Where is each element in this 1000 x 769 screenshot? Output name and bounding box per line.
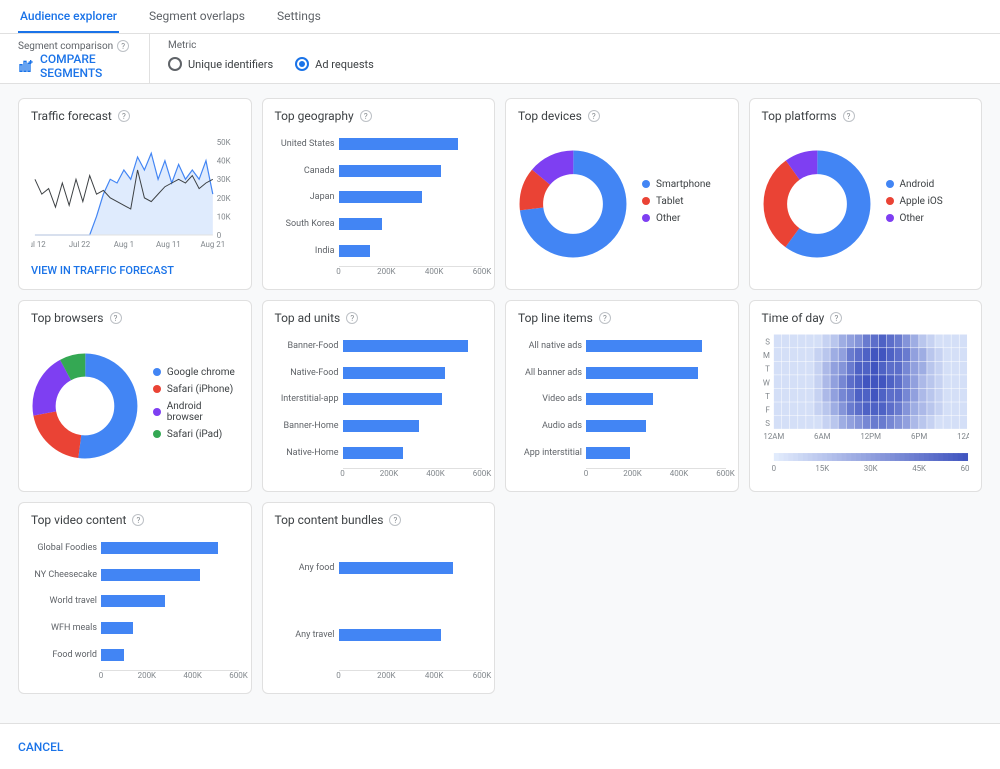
tab-settings[interactable]: Settings [275,0,323,33]
help-icon[interactable]: ? [360,110,372,122]
svg-text:Jul 22: Jul 22 [69,240,91,249]
radio-ad-requests[interactable]: Ad requests [295,57,374,71]
segment-comparison-label: Segment comparison [18,41,113,52]
radio-icon [295,57,309,71]
geography-chart: United StatesCanadaJapanSouth KoreaIndia… [275,131,483,277]
svg-text:Jul 12: Jul 12 [31,240,46,249]
svg-text:40K: 40K [217,157,231,166]
help-icon[interactable]: ? [117,40,129,52]
content-bundles-chart: Any foodAny travel0200K400K600K [275,535,483,681]
compare-segments-label: COMPARE SEGMENTS [40,52,131,80]
svg-text:15K: 15K [815,464,829,473]
card-top-content-bundles: Top content bundles ? Any foodAny travel… [262,502,496,694]
browsers-chart: Google chromeSafari (iPhone)Android brow… [31,333,239,479]
compare-segments-icon [18,58,34,74]
card-top-browsers: Top browsers ? Google chromeSafari (iPho… [18,300,252,492]
footer: CANCEL [0,723,1000,769]
time-of-day-chart: SMTWTFS12AM6AM12PM6PM12AM015K30K45K60K [762,333,970,488]
svg-text:0: 0 [771,464,775,473]
help-icon[interactable]: ? [132,514,144,526]
cancel-button[interactable]: CANCEL [18,740,63,754]
svg-text:6PM: 6PM [910,432,926,441]
svg-text:W: W [762,378,769,387]
ad-units-chart: Banner-FoodNative-FoodInterstitial-appBa… [275,333,483,479]
help-icon[interactable]: ? [588,110,600,122]
card-title: Top ad units [275,311,341,325]
svg-text:30K: 30K [217,175,231,184]
card-top-ad-units: Top ad units ? Banner-FoodNative-FoodInt… [262,300,496,492]
card-title: Top video content [31,513,126,527]
help-icon[interactable]: ? [599,312,611,324]
metric-panel: Metric Unique identifiers Ad requests [150,34,1000,83]
svg-text:6AM: 6AM [814,432,831,441]
svg-text:T: T [765,392,770,401]
svg-text:30K: 30K [863,464,877,473]
svg-text:45K: 45K [912,464,926,473]
segment-comparison-panel: Segment comparison ? COMPARE SEGMENTS [0,34,150,83]
video-content-chart: Global FoodiesNY CheesecakeWorld travelW… [31,535,239,681]
svg-text:Aug 21: Aug 21 [200,240,225,249]
card-title: Top devices [518,109,582,123]
devices-chart: SmartphoneTabletOther [518,131,726,277]
card-title: Top platforms [762,109,837,123]
svg-text:12AM: 12AM [763,432,784,441]
help-icon[interactable]: ? [346,312,358,324]
radio-unique-identifiers[interactable]: Unique identifiers [168,57,273,71]
tabs: Audience explorer Segment overlaps Setti… [0,0,1000,34]
card-title: Top line items [518,311,593,325]
svg-text:Aug 1: Aug 1 [114,240,134,249]
svg-text:F: F [765,405,770,414]
svg-text:12PM: 12PM [860,432,881,441]
card-title: Top geography [275,109,354,123]
card-time-of-day: Time of day ? SMTWTFS12AM6AM12PM6PM12AM0… [749,300,983,492]
subheader: Segment comparison ? COMPARE SEGMENTS Me… [0,34,1000,84]
card-top-geography: Top geography ? United StatesCanadaJapan… [262,98,496,290]
card-title: Traffic forecast [31,109,112,123]
svg-text:S: S [765,419,770,428]
svg-text:M: M [763,351,770,360]
svg-text:Aug 11: Aug 11 [156,240,181,249]
radio-label: Unique identifiers [188,58,273,71]
svg-text:T: T [765,365,770,374]
svg-text:S: S [765,338,770,347]
help-icon[interactable]: ? [389,514,401,526]
radio-label: Ad requests [315,58,374,71]
metric-label: Metric [168,40,982,51]
card-top-video-content: Top video content ? Global FoodiesNY Che… [18,502,252,694]
card-title: Top browsers [31,311,104,325]
view-in-traffic-forecast-link[interactable]: VIEW IN TRAFFIC FORECAST [31,264,239,277]
card-top-devices: Top devices ? SmartphoneTabletOther [505,98,739,290]
help-icon[interactable]: ? [118,110,130,122]
svg-text:10K: 10K [217,212,231,221]
help-icon[interactable]: ? [830,312,842,324]
help-icon[interactable]: ? [843,110,855,122]
svg-text:50K: 50K [217,138,231,147]
dashboard: Traffic forecast ? 0 10K 20K 30K 40K 50K Jul 1… [0,84,1000,723]
svg-text:60K: 60K [960,464,969,473]
card-top-line-items: Top line items ? All native adsAll banne… [505,300,739,492]
help-icon[interactable]: ? [110,312,122,324]
card-title: Top content bundles [275,513,384,527]
svg-text:12AM: 12AM [957,432,969,441]
card-traffic-forecast: Traffic forecast ? 0 10K 20K 30K 40K 50K Jul 1… [18,98,252,290]
platforms-chart: AndroidApple iOSOther [762,131,970,277]
compare-segments-button[interactable]: COMPARE SEGMENTS [18,52,131,80]
svg-text:20K: 20K [217,194,231,203]
tab-audience-explorer[interactable]: Audience explorer [18,0,119,33]
tab-segment-overlaps[interactable]: Segment overlaps [147,0,247,33]
traffic-forecast-chart: 0 10K 20K 30K 40K 50K Jul 12 Jul 22 Aug 1 Aug 11 A… [31,131,239,258]
radio-icon [168,57,182,71]
line-items-chart: All native adsAll banner adsVideo adsAud… [518,333,726,479]
card-top-platforms: Top platforms ? AndroidApple iOSOther [749,98,983,290]
card-title: Time of day [762,311,825,325]
svg-text:0: 0 [217,231,221,240]
